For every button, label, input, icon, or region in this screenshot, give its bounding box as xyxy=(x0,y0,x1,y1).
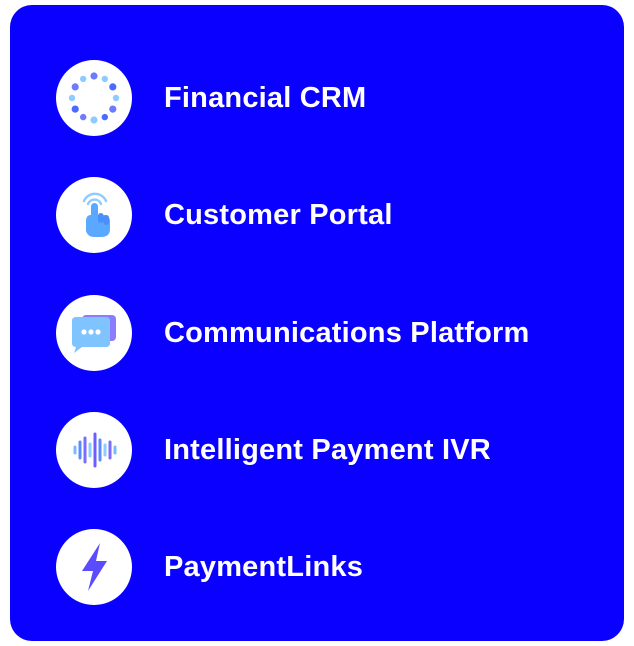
dot-ring-icon xyxy=(56,60,132,136)
menu-item-communications-platform[interactable]: Communications Platform xyxy=(56,295,530,371)
sound-wave-icon xyxy=(56,412,132,488)
tap-hand-icon xyxy=(56,177,132,253)
menu-item-label: Financial CRM xyxy=(164,81,367,114)
chat-bubble-icon xyxy=(56,295,132,371)
menu-item-intelligent-payment-ivr[interactable]: Intelligent Payment IVR xyxy=(56,412,491,488)
menu-item-label: Intelligent Payment IVR xyxy=(164,433,491,466)
menu-item-label: Communications Platform xyxy=(164,316,530,349)
menu-item-label: PaymentLinks xyxy=(164,550,364,583)
product-menu-panel: Financial CRM Customer Portal Communicat… xyxy=(10,5,624,641)
lightning-bolt-icon xyxy=(56,529,132,605)
menu-item-paymentlinks[interactable]: PaymentLinks xyxy=(56,529,363,605)
menu-item-label: Customer Portal xyxy=(164,198,393,231)
menu-item-customer-portal[interactable]: Customer Portal xyxy=(56,177,393,253)
menu-item-financial-crm[interactable]: Financial CRM xyxy=(56,60,366,136)
